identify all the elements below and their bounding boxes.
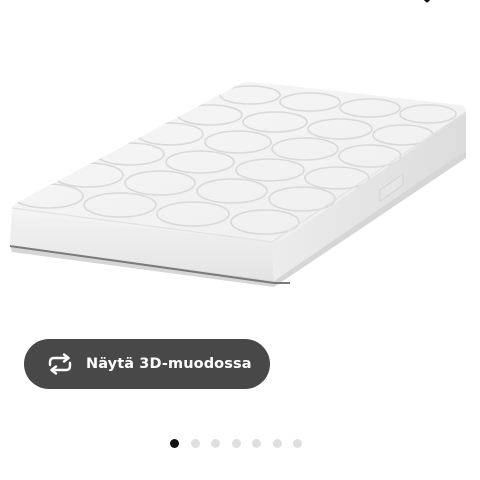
view-3d-label: Näytä 3D-muodossa	[86, 356, 252, 372]
carousel-dot[interactable]	[252, 438, 261, 448]
carousel-dot[interactable]	[272, 438, 282, 448]
mattress-image[interactable]	[0, 60, 480, 310]
chevron-down-icon[interactable]	[416, 0, 438, 6]
view-3d-button[interactable]: Näytä 3D-muodossa	[24, 339, 270, 389]
product-image-viewer: Näytä 3D-muodossa	[0, 0, 480, 480]
carousel-dots	[170, 437, 314, 449]
carousel-dot-active[interactable]	[170, 438, 179, 448]
rotate-3d-icon	[46, 353, 74, 375]
carousel-dot[interactable]	[293, 438, 302, 448]
carousel-dot[interactable]	[190, 438, 200, 448]
carousel-dot[interactable]	[211, 438, 220, 448]
carousel-dot[interactable]	[231, 438, 241, 448]
